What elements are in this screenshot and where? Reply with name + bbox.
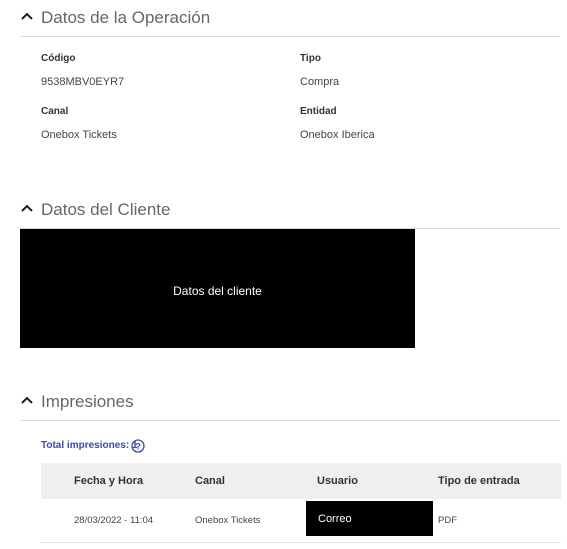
cell-fecha: 28/03/2022 - 11:04 (74, 515, 154, 526)
codigo-value: 9538MBV0EYR7 (41, 76, 125, 88)
cliente-data-redacted: Datos del cliente (20, 229, 415, 348)
section-header-operacion[interactable]: Datos de la Operación (20, 4, 560, 37)
codigo-label: Código (41, 53, 76, 64)
total-impresiones: Total impresiones: 1 (41, 440, 138, 451)
tipo-value: Compra (300, 76, 340, 88)
entidad-label: Entidad (300, 106, 337, 117)
section-title-impresiones: Impresiones (41, 392, 134, 411)
section-header-cliente[interactable]: Datos del Cliente (20, 196, 560, 229)
cell-tipo: PDF (438, 515, 457, 526)
row-divider (41, 542, 561, 543)
section-title-operacion: Datos de la Operación (41, 8, 211, 27)
impresiones-table-header: Fecha y Hora Canal Usuario Tipo de entra… (41, 463, 561, 499)
column-header-canal[interactable]: Canal (195, 475, 225, 487)
chevron-up-icon[interactable] (20, 201, 34, 215)
cell-usuario: Correo (318, 513, 352, 525)
column-header-tipo[interactable]: Tipo de entrada (438, 475, 520, 487)
canal-label: Canal (41, 106, 69, 117)
help-icon[interactable]: ? (131, 439, 145, 453)
column-header-fecha[interactable]: Fecha y Hora (74, 475, 143, 487)
cell-usuario-redacted: Correo (306, 501, 433, 536)
canal-value: Onebox Tickets (41, 129, 117, 141)
entidad-value: Onebox Iberica (300, 129, 375, 141)
chevron-up-icon[interactable] (20, 393, 34, 407)
cliente-data-caption: Datos del cliente (173, 284, 262, 298)
svg-text:?: ? (135, 442, 141, 452)
column-header-usuario[interactable]: Usuario (317, 475, 358, 487)
section-title-cliente: Datos del Cliente (41, 200, 171, 219)
cell-canal: Onebox Tickets (195, 515, 261, 526)
section-header-impresiones[interactable]: Impresiones (20, 388, 560, 421)
tipo-label: Tipo (300, 53, 321, 64)
chevron-up-icon[interactable] (20, 9, 34, 23)
